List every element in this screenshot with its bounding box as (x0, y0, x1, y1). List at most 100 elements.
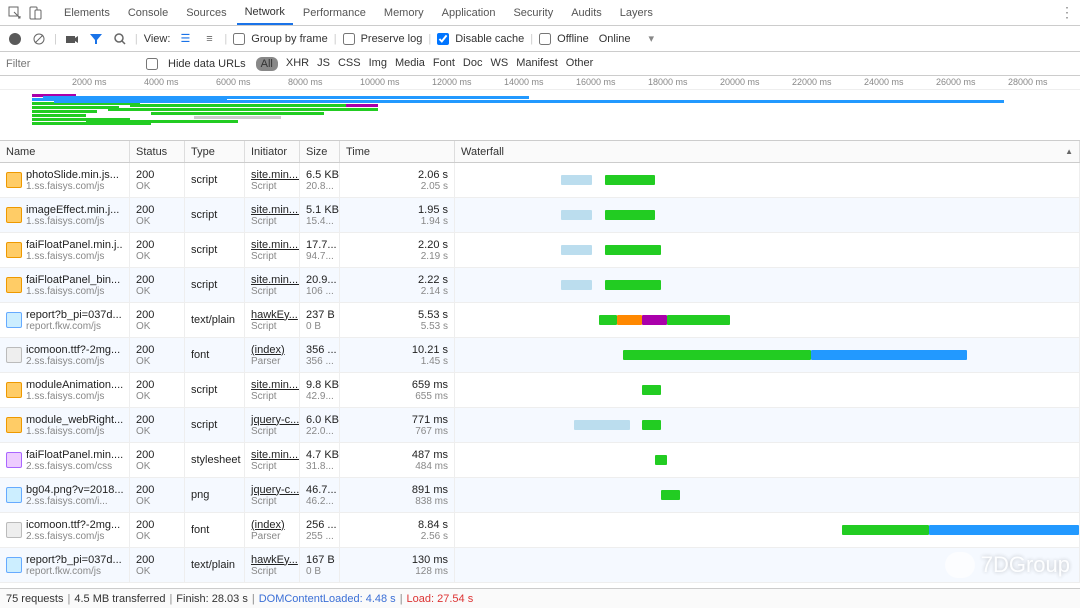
tab-security[interactable]: Security (505, 0, 561, 25)
col-status[interactable]: Status (130, 141, 185, 162)
overview-bar (346, 104, 378, 107)
tab-performance[interactable]: Performance (295, 0, 374, 25)
tab-application[interactable]: Application (434, 0, 504, 25)
device-icon[interactable] (26, 4, 44, 22)
offline-checkbox[interactable] (539, 33, 551, 45)
col-size[interactable]: Size (300, 141, 340, 162)
more-menu-icon[interactable]: ⋮ (1060, 4, 1074, 21)
camera-icon[interactable] (63, 30, 81, 48)
cell-time: 2.22 s2.14 s (340, 268, 455, 302)
filter-img[interactable]: Img (369, 57, 387, 71)
cell-time: 10.21 s1.45 s (340, 338, 455, 372)
clear-icon[interactable] (30, 30, 48, 48)
hide-data-urls-checkbox[interactable] (146, 58, 158, 70)
preserve-log-checkbox[interactable] (343, 33, 355, 45)
table-row[interactable]: imageEffect.min.j...1.ss.faisys.com/js20… (0, 198, 1080, 233)
watermark: 7DGroup (945, 552, 1070, 578)
table-row[interactable]: faiFloatPanel.min....2.ss.faisys.com/css… (0, 443, 1080, 478)
filter-media[interactable]: Media (395, 57, 425, 71)
cell-type: script (185, 233, 245, 267)
filter-input[interactable] (6, 58, 136, 70)
cell-waterfall (455, 163, 1080, 197)
cell-status: 200OK (130, 233, 185, 267)
large-rows-icon[interactable]: ☰ (176, 30, 194, 48)
cell-name: photoSlide.min.js...1.ss.faisys.com/js (0, 163, 130, 197)
status-bar: 75 requests | 4.5 MB transferred | Finis… (0, 588, 1080, 608)
cell-waterfall (455, 373, 1080, 407)
tab-layers[interactable]: Layers (612, 0, 661, 25)
cell-waterfall (455, 443, 1080, 477)
table-row[interactable]: report?b_pi=037d...report.fkw.com/js200O… (0, 303, 1080, 338)
tab-sources[interactable]: Sources (178, 0, 234, 25)
cell-initiator: site.min....Script (245, 198, 300, 232)
cell-waterfall (455, 338, 1080, 372)
overview-bar (32, 106, 118, 109)
filter-manifest[interactable]: Manifest (516, 57, 558, 71)
cell-type: script (185, 163, 245, 197)
filter-other[interactable]: Other (566, 57, 594, 71)
cell-type: script (185, 268, 245, 302)
cell-type: script (185, 198, 245, 232)
cell-initiator: hawkEy...Script (245, 303, 300, 337)
filter-doc[interactable]: Doc (463, 57, 483, 71)
cell-type: png (185, 478, 245, 512)
group-by-frame-checkbox[interactable] (233, 33, 245, 45)
record-button[interactable] (6, 30, 24, 48)
table-row[interactable]: faiFloatPanel.min.j...1.ss.faisys.com/js… (0, 233, 1080, 268)
online-label[interactable]: Online (599, 33, 631, 45)
requests-count: 75 requests (6, 593, 63, 605)
table-row[interactable]: report?b_pi=037d...report.fkw.com/js200O… (0, 548, 1080, 583)
cell-time: 2.06 s2.05 s (340, 163, 455, 197)
filter-css[interactable]: CSS (338, 57, 361, 71)
search-icon[interactable] (111, 30, 129, 48)
col-name[interactable]: Name (0, 141, 130, 162)
cell-size: 46.7...46.2... (300, 478, 340, 512)
table-row[interactable]: module_webRight...1.ss.faisys.com/js200O… (0, 408, 1080, 443)
filter-all[interactable]: All (256, 57, 278, 71)
overview-timeline[interactable]: 2000 ms4000 ms6000 ms8000 ms10000 ms1200… (0, 76, 1080, 141)
disable-cache-checkbox[interactable] (437, 33, 449, 45)
tab-audits[interactable]: Audits (563, 0, 610, 25)
cell-type: font (185, 338, 245, 372)
table-row[interactable]: icomoon.ttf?-2mg...2.ss.faisys.com/js200… (0, 338, 1080, 373)
col-initiator[interactable]: Initiator (245, 141, 300, 162)
table-row[interactable]: icomoon.ttf?-2mg...2.ss.faisys.com/js200… (0, 513, 1080, 548)
cell-name: imageEffect.min.j...1.ss.faisys.com/js (0, 198, 130, 232)
view-label: View: (144, 33, 171, 45)
tab-console[interactable]: Console (120, 0, 176, 25)
overview-bar (151, 112, 324, 115)
filter-ws[interactable]: WS (490, 57, 508, 71)
col-time[interactable]: Time (340, 141, 455, 162)
small-rows-icon[interactable]: ≡ (200, 30, 218, 48)
filter-font[interactable]: Font (433, 57, 455, 71)
cell-size: 4.7 KB31.8... (300, 443, 340, 477)
tab-memory[interactable]: Memory (376, 0, 432, 25)
filter-xhr[interactable]: XHR (286, 57, 309, 71)
col-type[interactable]: Type (185, 141, 245, 162)
waterfall-segment (605, 245, 661, 255)
tab-elements[interactable]: Elements (56, 0, 118, 25)
col-waterfall[interactable]: Waterfall▲ (455, 141, 1080, 162)
table-row[interactable]: faiFloatPanel_bin...1.ss.faisys.com/js20… (0, 268, 1080, 303)
filter-toggle-icon[interactable] (87, 30, 105, 48)
cell-name: icomoon.ttf?-2mg...2.ss.faisys.com/js (0, 513, 130, 547)
file-icon (6, 312, 22, 328)
cell-initiator: (index)Parser (245, 338, 300, 372)
waterfall-segment (561, 175, 592, 185)
timeline-tick: 10000 ms (360, 77, 400, 87)
tab-network[interactable]: Network (237, 0, 293, 25)
throttle-caret-icon[interactable]: ▾ (649, 32, 655, 45)
table-row[interactable]: bg04.png?v=2018...2.ss.faisys.com/i...20… (0, 478, 1080, 513)
overview-bar (43, 96, 529, 99)
table-row[interactable]: photoSlide.min.js...1.ss.faisys.com/js20… (0, 163, 1080, 198)
offline-label: Offline (557, 33, 589, 45)
inspect-icon[interactable] (6, 4, 24, 22)
cell-status: 200OK (130, 338, 185, 372)
table-row[interactable]: moduleAnimation....1.ss.faisys.com/js200… (0, 373, 1080, 408)
cell-initiator: hawkEy...Script (245, 548, 300, 582)
cell-type: stylesheet (185, 443, 245, 477)
cell-time: 1.95 s1.94 s (340, 198, 455, 232)
filter-js[interactable]: JS (317, 57, 330, 71)
cell-time: 2.20 s2.19 s (340, 233, 455, 267)
file-icon (6, 417, 22, 433)
